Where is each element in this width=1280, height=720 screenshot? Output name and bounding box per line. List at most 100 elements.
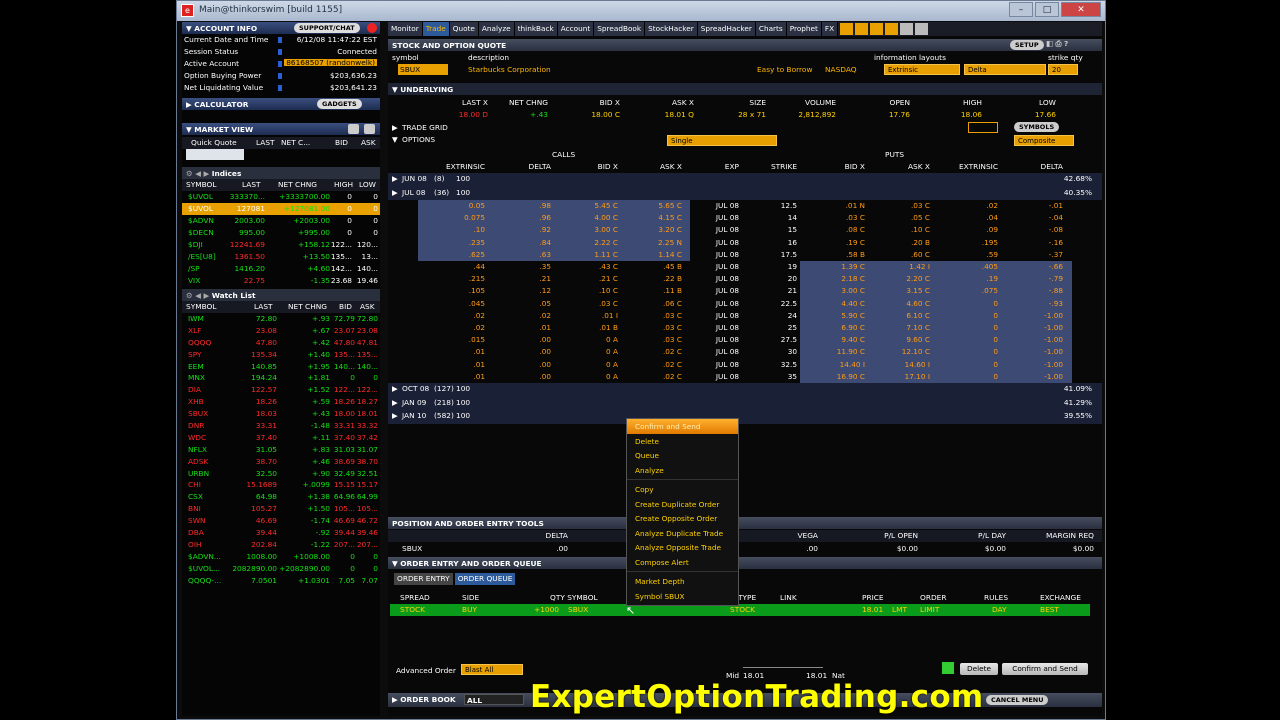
expiry-row[interactable]: ▶ JAN 10 (582) 100 39.55%: [388, 410, 1102, 424]
watchlist-row[interactable]: MNX 194.24 +1.81 0 0: [182, 372, 380, 384]
tab-spreadhacker[interactable]: SpreadHacker: [697, 22, 756, 36]
option-cell[interactable]: 2.18 C: [841, 275, 865, 283]
menu-item[interactable]: Market Depth: [627, 574, 738, 589]
option-cell[interactable]: 4.15 C: [658, 214, 682, 222]
tab-trade[interactable]: Trade: [422, 22, 450, 36]
tab-thinkback[interactable]: thinkBack: [514, 22, 558, 36]
expand-icon[interactable]: [348, 124, 359, 134]
tab-quote[interactable]: Quote: [449, 22, 479, 36]
menu-item[interactable]: Create Opposite Order: [627, 511, 738, 526]
maximize-button[interactable]: □: [1035, 2, 1059, 17]
option-cell[interactable]: -.37: [1049, 250, 1063, 258]
quick-quote-input[interactable]: [186, 149, 244, 160]
option-cell[interactable]: .02 C: [663, 360, 682, 368]
option-cell[interactable]: .015: [469, 336, 485, 344]
option-cell[interactable]: -1.00: [1044, 311, 1063, 319]
option-cell[interactable]: 14.60 I: [905, 360, 930, 368]
tab-spreadbook[interactable]: SpreadBook: [594, 22, 646, 36]
option-cell[interactable]: .45 B: [663, 263, 682, 271]
option-cell[interactable]: 17.10 I: [905, 372, 930, 380]
option-cell[interactable]: 12.10 C: [902, 348, 930, 356]
option-cell[interactable]: .195: [982, 238, 998, 246]
option-cell[interactable]: .05: [539, 299, 551, 307]
composite-select[interactable]: Composite: [1014, 135, 1074, 146]
option-cell[interactable]: .105: [469, 287, 485, 295]
index-row[interactable]: VIX 22.75 -1.35 23.68 19.46: [182, 275, 380, 287]
option-cell[interactable]: 0: [993, 336, 998, 344]
option-cell[interactable]: -1.00: [1044, 372, 1063, 380]
option-cell[interactable]: .09: [986, 226, 998, 234]
tab-order-entry[interactable]: ORDER ENTRY: [394, 573, 453, 585]
watchlist-row[interactable]: QQQQ 47.80 +.42 47.80 47.81: [182, 337, 380, 349]
index-row[interactable]: /SP 1416.20 +4.60 142... 140...: [182, 263, 380, 275]
option-cell[interactable]: .05 C: [911, 214, 930, 222]
watchlist-row[interactable]: ADSK 38.70 +.46 38.69 38.70: [182, 456, 380, 468]
delete-button[interactable]: Delete: [960, 663, 998, 675]
option-cell[interactable]: 3.15 C: [906, 287, 930, 295]
option-cell[interactable]: 5.45 C: [594, 202, 618, 210]
grid-icon[interactable]: [968, 122, 998, 133]
option-cell[interactable]: 0: [993, 360, 998, 368]
account-info-header[interactable]: ▼ ACCOUNT INFO SUPPORT/CHAT: [182, 22, 380, 34]
option-cell[interactable]: .21: [539, 275, 551, 283]
option-cell[interactable]: 0: [993, 324, 998, 332]
option-cell[interactable]: .01: [473, 372, 485, 380]
option-cell[interactable]: 7.10 C: [906, 324, 930, 332]
option-cell[interactable]: 3.00 C: [841, 287, 865, 295]
option-cell[interactable]: 0 A: [606, 360, 618, 368]
calculator-header[interactable]: ▶ CALCULATOR GADGETS: [182, 98, 380, 110]
option-cell[interactable]: .03 C: [911, 202, 930, 210]
option-cell[interactable]: 9.60 C: [906, 336, 930, 344]
option-cell[interactable]: -1.00: [1044, 324, 1063, 332]
option-cell[interactable]: -1.00: [1044, 348, 1063, 356]
option-cell[interactable]: 0 A: [606, 336, 618, 344]
index-row[interactable]: $UVOL 127081 +127081.00 0 0: [182, 203, 380, 215]
advanced-order-select[interactable]: Blast All: [461, 664, 523, 675]
option-cell[interactable]: -.93: [1049, 299, 1063, 307]
menu-item[interactable]: Delete: [627, 434, 738, 449]
watchlist-row[interactable]: EEM 140.85 +1.95 140... 140...: [182, 361, 380, 373]
option-cell[interactable]: 5.90 C: [841, 311, 865, 319]
tab-monitor[interactable]: Monitor: [388, 22, 423, 36]
print-icon[interactable]: [364, 124, 375, 134]
option-cell[interactable]: 4.40 C: [841, 299, 865, 307]
tab-account[interactable]: Account: [557, 22, 595, 36]
option-cell[interactable]: .10: [473, 226, 485, 234]
menu-item[interactable]: Analyze Opposite Trade: [627, 540, 738, 555]
option-cell[interactable]: 0 A: [606, 348, 618, 356]
option-cell[interactable]: .03 C: [663, 311, 682, 319]
watchlist-row[interactable]: DIA 122.57 +1.52 122... 122...: [182, 384, 380, 396]
option-cell[interactable]: 6.90 C: [841, 324, 865, 332]
option-cell[interactable]: .19: [986, 275, 998, 283]
option-cell[interactable]: .02 C: [663, 348, 682, 356]
option-cell[interactable]: 4.00 C: [594, 214, 618, 222]
option-cell[interactable]: .00: [539, 348, 551, 356]
option-cell[interactable]: 14.40 I: [840, 360, 865, 368]
watchlist-row[interactable]: SBUX 18.03 +.43 18.00 18.01: [182, 408, 380, 420]
close-icon[interactable]: [367, 23, 377, 33]
expiry-row[interactable]: ▶ JUN 08 (8) 100 42.68%: [388, 173, 1102, 187]
watchlist-row[interactable]: XHB 18.26 +.59 18.26 18.27: [182, 396, 380, 408]
option-cell[interactable]: -1.00: [1044, 336, 1063, 344]
watchlist-row[interactable]: OIH 202.84 -1.22 207... 207...: [182, 539, 380, 551]
layout2-select[interactable]: Delta: [964, 64, 1046, 75]
watchlist-row[interactable]: BNI 105.27 +1.50 105... 105...: [182, 503, 380, 515]
price-slider[interactable]: [743, 665, 823, 668]
option-cell[interactable]: .06 C: [663, 299, 682, 307]
option-cell[interactable]: .02: [986, 202, 998, 210]
menu-item[interactable]: Analyze: [627, 463, 738, 478]
toolbar-icon[interactable]: [855, 23, 869, 35]
option-cell[interactable]: .00: [539, 360, 551, 368]
options-type-select[interactable]: Single: [667, 135, 777, 146]
option-cell[interactable]: 11.90 C: [837, 348, 865, 356]
watchlist-row[interactable]: DBA 39.44 -.92 39.44 39.46: [182, 527, 380, 539]
menu-item[interactable]: Confirm and Send: [627, 419, 738, 434]
option-cell[interactable]: .96: [539, 214, 551, 222]
option-cell[interactable]: .03 C: [663, 324, 682, 332]
minimize-button[interactable]: –: [1009, 2, 1033, 17]
option-cell[interactable]: .11 B: [663, 287, 682, 295]
option-cell[interactable]: 2.25 N: [658, 238, 682, 246]
option-cell[interactable]: 4.60 C: [906, 299, 930, 307]
option-cell[interactable]: -.01: [1049, 202, 1063, 210]
option-cell[interactable]: .03 C: [846, 214, 865, 222]
